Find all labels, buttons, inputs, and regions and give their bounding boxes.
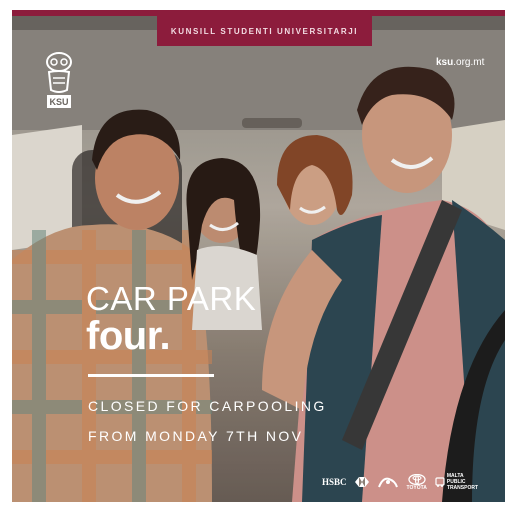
hsbc-hexagon-icon: [354, 477, 369, 487]
hsbc-logo: HSBC: [322, 477, 347, 487]
transport-line3: TRANSPORT: [446, 485, 479, 491]
headline-divider: [88, 374, 214, 377]
headline-line2: four.: [86, 314, 171, 358]
headline-line1: CAR PARK: [86, 280, 257, 317]
banner-text: KUNSILL STUDENTI UNIVERSITARJI: [170, 26, 359, 36]
bus-icon: [435, 477, 445, 487]
owl-icon: KSU: [46, 52, 72, 108]
poster: KUNSILL STUDENTI UNIVERSITARJI KSU ksu.o…: [12, 10, 505, 502]
website-bold: ksu: [436, 57, 454, 68]
subtext-line1: CLOSED FOR CARPOOLING: [88, 398, 327, 414]
headline: CAR PARK four.: [86, 280, 257, 358]
sponsor-emblem-icon: [377, 477, 398, 488]
banner-ribbon: KUNSILL STUDENTI UNIVERSITARJI: [157, 16, 372, 46]
subtext-line2: FROM MONDAY 7TH NOV: [88, 428, 304, 444]
ksu-logo: KSU: [44, 50, 74, 110]
logo-text: KSU: [49, 97, 68, 107]
toyota-label: TOYOTA: [406, 484, 427, 491]
toyota-emblem-icon: [408, 473, 426, 485]
website-url: ksu.org.mt: [436, 57, 484, 68]
website-rest: .org.mt: [453, 57, 485, 68]
sponsor-logos: HSBC TOYOTA MALTA PUBLIC TRANSPORT: [322, 472, 478, 492]
